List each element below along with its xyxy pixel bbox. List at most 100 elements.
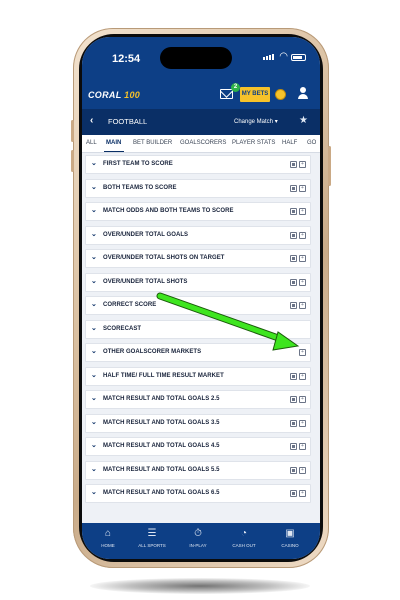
nav-home[interactable]: ⌂ HOME (88, 528, 128, 548)
stats-icon[interactable] (290, 255, 297, 262)
nav-casino[interactable]: ▣ CASINO (270, 528, 310, 548)
bet-builder-icon[interactable]: + (299, 255, 306, 262)
market-label: OTHER GOALSCORER MARKETS (103, 349, 202, 355)
tab-main[interactable]: MAIN (106, 140, 121, 146)
stats-icon[interactable] (290, 302, 297, 309)
sport-bar: ‹ FOOTBALL Change Match ▾ ★ (82, 109, 320, 135)
nav-cash-out[interactable]: ◔ CASH OUT (224, 528, 264, 548)
market-row[interactable]: ⌄ FIRST TEAM TO SCORE + (85, 155, 311, 174)
tab-player-stats[interactable]: PLAYER STATS (232, 140, 275, 146)
bet-builder-icon[interactable]: + (299, 490, 306, 497)
mail-badge: 2 (231, 83, 240, 92)
active-tab-indicator (104, 151, 124, 152)
bet-builder-icon[interactable]: + (299, 208, 306, 215)
market-label: HALF TIME/ FULL TIME RESULT MARKET (103, 372, 224, 379)
chevron-down-icon: ⌄ (91, 254, 97, 261)
tab-all[interactable]: ALL (86, 140, 97, 146)
home-icon: ⌂ (104, 528, 112, 539)
tab-goals[interactable]: GO (307, 140, 316, 146)
coral-logo[interactable]: CORAL 100 (88, 90, 140, 100)
stats-icon[interactable] (290, 208, 297, 215)
user-icon[interactable] (298, 87, 308, 99)
change-match-dropdown[interactable]: Change Match ▾ (234, 118, 278, 125)
market-label: MATCH RESULT AND TOTAL GOALS 5.5 (103, 466, 220, 473)
market-label: OVER/UNDER TOTAL GOALS (103, 231, 189, 238)
market-row[interactable]: ⌄ MATCH RESULT AND TOTAL GOALS 2.5 + (85, 390, 311, 409)
battery-icon (291, 54, 306, 61)
stage: 12:54 ◠ CORAL 100 2 MY BETS ‹ FOOTBALL C (0, 0, 400, 600)
stats-icon[interactable] (290, 466, 297, 474)
bet-builder-icon[interactable]: + (299, 161, 306, 168)
market-row[interactable]: ⌄ MATCH RESULT AND TOTAL GOALS 6.5 + (85, 484, 311, 503)
tab-bet-builder[interactable]: BET BUILDER (133, 140, 172, 146)
market-label: SCORECAST (103, 325, 142, 332)
phone-frame: 12:54 ◠ CORAL 100 2 MY BETS ‹ FOOTBALL C (71, 28, 331, 568)
sport-title: FOOTBALL (108, 117, 148, 126)
stats-icon[interactable] (290, 231, 297, 239)
bet-builder-icon[interactable]: + (299, 419, 306, 427)
market-row[interactable]: ⌄ OVER/UNDER TOTAL SHOTS ON TARGET + (85, 249, 311, 268)
market-row[interactable]: ⌄ OVER/UNDER TOTAL SHOTS + (85, 272, 311, 292)
nav-all-sports[interactable]: ☰ ALL SPORTS (132, 528, 172, 548)
market-row[interactable]: ⌄ SCORECAST (85, 319, 311, 339)
stopwatch-icon: ⏱ (194, 528, 202, 539)
market-label: FIRST TEAM TO SCORE (103, 161, 173, 167)
bet-builder-icon[interactable]: + (299, 231, 306, 239)
mail-icon[interactable] (220, 89, 233, 99)
stats-icon[interactable] (290, 490, 297, 497)
market-row[interactable]: ⌄ MATCH RESULT AND TOTAL GOALS 5.5 + (85, 460, 311, 480)
stats-icon[interactable] (290, 419, 297, 427)
dynamic-island (160, 47, 232, 69)
bet-builder-icon[interactable]: + (299, 396, 306, 403)
market-tabs: ALL MAIN BET BUILDER GOALSCORERS PLAYER … (82, 135, 320, 153)
market-label: BOTH TEAMS TO SCORE (103, 184, 177, 191)
chevron-down-icon: ⌄ (91, 465, 97, 473)
coin-icon[interactable] (275, 89, 286, 100)
market-row[interactable]: ⌄ HALF TIME/ FULL TIME RESULT MARKET + (85, 366, 311, 386)
stats-icon[interactable] (290, 278, 297, 286)
chevron-down-icon: ⌄ (91, 301, 97, 308)
bet-builder-icon[interactable]: + (299, 372, 306, 380)
market-row[interactable]: ⌄ MATCH RESULT AND TOTAL GOALS 3.5 + (85, 413, 311, 433)
favourite-star-icon[interactable]: ★ (299, 115, 308, 126)
bet-builder-icon[interactable]: + (299, 184, 306, 192)
status-bar: 12:54 ◠ (82, 37, 320, 79)
tab-goalscorers[interactable]: GOALSCORERS (180, 140, 226, 146)
chevron-down-icon: ⌄ (91, 324, 97, 332)
market-label: MATCH RESULT AND TOTAL GOALS 4.5 (103, 443, 220, 449)
wifi-icon: ◠ (279, 51, 288, 62)
menu-icon: ☰ (147, 528, 157, 539)
stats-icon[interactable] (290, 372, 297, 380)
volume-up-button (71, 120, 74, 142)
volume-down-button (71, 150, 74, 172)
chevron-down-icon: ⌄ (91, 489, 97, 496)
market-label: MATCH RESULT AND TOTAL GOALS 3.5 (103, 419, 220, 426)
status-time: 12:54 (112, 53, 141, 65)
chevron-down-icon: ⌄ (91, 277, 97, 285)
market-row[interactable]: ⌄ MATCH ODDS AND BOTH TEAMS TO SCORE + (85, 202, 311, 221)
stats-icon[interactable] (290, 161, 297, 168)
bet-builder-icon[interactable]: + (299, 302, 306, 309)
bet-builder-icon[interactable]: + (299, 466, 306, 474)
market-label: OVER/UNDER TOTAL SHOTS ON TARGET (103, 255, 225, 261)
back-chevron-icon[interactable]: ‹ (90, 115, 93, 126)
bet-builder-icon[interactable]: + (299, 443, 306, 450)
stats-icon[interactable] (290, 443, 297, 450)
my-bets-button[interactable]: MY BETS (240, 87, 270, 102)
chevron-down-icon: ⌄ (91, 418, 97, 426)
bet-builder-icon[interactable]: + (299, 278, 306, 286)
stats-icon[interactable] (290, 396, 297, 403)
market-row[interactable]: ⌄ CORRECT SCORE + (85, 296, 311, 315)
chevron-down-icon: ⌄ (91, 183, 97, 191)
market-row[interactable]: ⌄ MATCH RESULT AND TOTAL GOALS 4.5 + (85, 437, 311, 456)
market-label: OVER/UNDER TOTAL SHOTS (103, 278, 188, 285)
chevron-down-icon: ⌄ (91, 348, 97, 355)
market-row[interactable]: ⌄ BOTH TEAMS TO SCORE + (85, 178, 311, 198)
market-row[interactable]: ⌄ OVER/UNDER TOTAL GOALS + (85, 225, 311, 245)
nav-in-play[interactable]: ⏱ IN-PLAY (178, 528, 218, 548)
market-row[interactable]: ⌄ OTHER GOALSCORER MARKETS + (85, 343, 311, 362)
stats-icon[interactable] (290, 184, 297, 192)
tab-half[interactable]: HALF (282, 140, 297, 146)
bet-builder-icon[interactable]: + (299, 349, 306, 356)
market-label: MATCH ODDS AND BOTH TEAMS TO SCORE (103, 208, 234, 214)
